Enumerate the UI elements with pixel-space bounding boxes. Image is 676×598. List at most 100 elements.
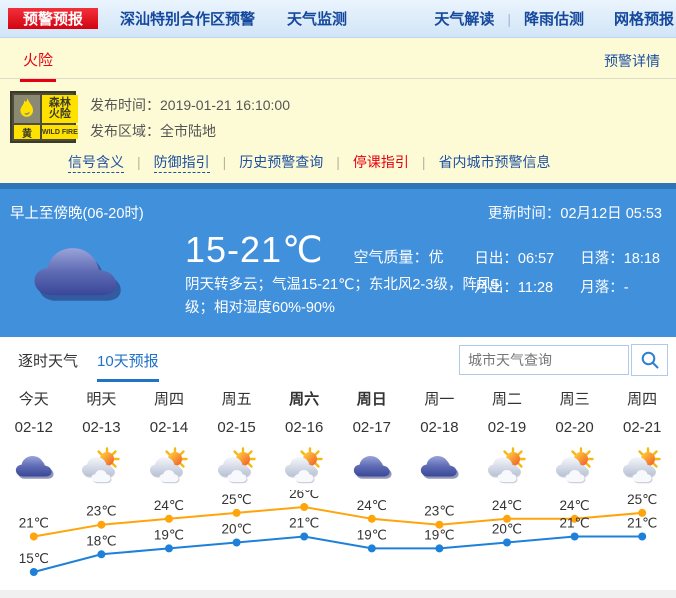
warning-link[interactable]: 省内城市预警信息 <box>439 154 551 170</box>
svg-text:24℃: 24℃ <box>560 498 590 513</box>
publish-time-value: 2019-01-21 16:10:00 <box>160 97 290 113</box>
forecast-weather-icon <box>473 443 541 489</box>
warning-links-row: 信号含义|防御指引|历史预警查询|停课指引|省内城市预警信息 <box>0 146 676 172</box>
forecast-weather-icon <box>338 443 406 489</box>
nav-item-weather-monitor[interactable]: 天气监测 <box>287 8 347 29</box>
moonrise-time: 月出：11:28 <box>474 276 554 297</box>
day-label: 周五 <box>203 387 271 413</box>
update-time: 更新时间：02月12日 05:53 <box>488 202 662 223</box>
day-label: 周三 <box>541 387 609 413</box>
cloudy-icon <box>351 449 393 483</box>
date-label: 02-20 <box>541 415 609 441</box>
tab-hourly-weather[interactable]: 逐时天气 <box>18 350 78 371</box>
day-label: 周一 <box>406 387 474 413</box>
nav-item-grid-forecast[interactable]: 网格预报 <box>614 8 674 29</box>
sun-moon-times: 日出：06:57 日落：18:18 月出：11:28 月落：- <box>474 247 660 297</box>
publish-area-value: 全市陆地 <box>160 123 216 139</box>
publish-time-label: 发布时间： <box>90 97 160 113</box>
svg-text:26℃: 26℃ <box>289 490 319 501</box>
current-header: 早上至傍晚(06-20时) 更新时间：02月12日 05:53 <box>10 202 662 223</box>
svg-text:25℃: 25℃ <box>627 492 657 507</box>
day-label: 周日 <box>338 387 406 413</box>
date-label: 02-15 <box>203 415 271 441</box>
forecast-weather-icon <box>608 443 676 489</box>
moonset-time: 月落：- <box>580 276 660 297</box>
forecast-column[interactable]: 明天02-13 <box>68 387 136 489</box>
forecast-weather-icon <box>68 443 136 489</box>
sunrise-time: 日出：06:57 <box>474 247 554 268</box>
current-conditions-panel: 早上至傍晚(06-20时) 更新时间：02月12日 05:53 15-21℃ 空… <box>0 183 676 337</box>
partly-cloudy-icon <box>147 447 191 485</box>
svg-text:24℃: 24℃ <box>154 498 184 513</box>
nav-item-shenshan-warning[interactable]: 深汕特别合作区预警 <box>120 8 255 29</box>
warning-body: 森林火险 黄 WILD FIRE 发布时间：2019-01-21 16:10:0… <box>0 79 676 146</box>
air-quality: 空气质量：优 <box>354 246 444 267</box>
forecast-tabs-row: 逐时天气 10天预报 <box>0 337 676 383</box>
svg-text:21℃: 21℃ <box>19 516 49 531</box>
period-label: 早上至傍晚(06-20时) <box>10 202 144 223</box>
nav-item-warning-forecast[interactable]: 预警预报 <box>8 8 98 29</box>
forecast-column[interactable]: 周二02-19 <box>473 387 541 489</box>
weather-page: 预警预报 深汕特别合作区预警 天气监测 天气解读 | 降雨估测 网格预报 火险 … <box>0 0 676 598</box>
link-separator: | <box>223 154 227 170</box>
forecast-section: 逐时天气 10天预报 今天02-12 明天02-13 <box>0 337 676 489</box>
publish-time-row: 发布时间：2019-01-21 16:10:00 <box>90 92 290 118</box>
forecast-column[interactable]: 周日02-17 <box>338 387 406 489</box>
svg-text:23℃: 23℃ <box>86 504 116 519</box>
date-label: 02-16 <box>270 415 338 441</box>
svg-text:20℃: 20℃ <box>222 522 252 537</box>
nav-right: 天气解读 | 降雨估测 网格预报 <box>434 0 674 37</box>
svg-text:21℃: 21℃ <box>627 516 657 531</box>
warning-link[interactable]: 信号含义 <box>68 154 124 173</box>
city-weather-search <box>459 344 668 376</box>
svg-text:24℃: 24℃ <box>357 498 387 513</box>
warning-link[interactable]: 历史预警查询 <box>239 154 323 170</box>
partly-cloudy-icon <box>485 447 529 485</box>
warning-section: 火险 预警详情 森林火险 黄 WILD FIRE 发布时间：2019-01-21… <box>0 38 676 183</box>
svg-text:19℃: 19℃ <box>424 527 454 542</box>
partly-cloudy-icon <box>553 447 597 485</box>
forecast-column[interactable]: 周五02-15 <box>203 387 271 489</box>
svg-text:15℃: 15℃ <box>19 551 49 566</box>
forecast-column[interactable]: 今天02-12 <box>0 387 68 489</box>
day-label: 周二 <box>473 387 541 413</box>
forecast-column[interactable]: 周四02-14 <box>135 387 203 489</box>
date-label: 02-18 <box>406 415 474 441</box>
svg-text:23℃: 23℃ <box>424 504 454 519</box>
forecast-column[interactable]: 周六02-16 <box>270 387 338 489</box>
cloudy-weather-icon <box>28 233 124 312</box>
date-label: 02-21 <box>608 415 676 441</box>
tab-ten-day-forecast[interactable]: 10天预报 <box>97 350 159 382</box>
flame-icon <box>14 95 40 123</box>
svg-text:19℃: 19℃ <box>154 527 184 542</box>
bottom-bar <box>0 590 676 598</box>
forecast-weather-icon <box>270 443 338 489</box>
date-label: 02-17 <box>338 415 406 441</box>
forecast-column[interactable]: 周一02-18 <box>406 387 474 489</box>
search-button[interactable] <box>631 344 668 376</box>
nav-separator: | <box>507 11 511 27</box>
badge-title-en: WILD FIRE <box>42 125 78 139</box>
forecast-column[interactable]: 周三02-20 <box>541 387 609 489</box>
tab-fire-risk[interactable]: 火险 <box>20 38 56 82</box>
top-nav: 预警预报 深汕特别合作区预警 天气监测 天气解读 | 降雨估测 网格预报 <box>0 0 676 38</box>
search-input[interactable] <box>459 345 629 375</box>
publish-area-row: 发布区域：全市陆地 <box>90 118 290 144</box>
nav-item-rain-estimate[interactable]: 降雨估测 <box>524 8 584 29</box>
svg-text:20℃: 20℃ <box>492 522 522 537</box>
cloudy-icon <box>13 449 55 483</box>
svg-text:19℃: 19℃ <box>357 527 387 542</box>
forest-fire-warning-icon: 森林火险 黄 WILD FIRE <box>10 91 76 143</box>
warning-link[interactable]: 防御指引 <box>154 154 210 173</box>
nav-item-weather-interpretation[interactable]: 天气解读 <box>434 8 494 29</box>
warning-link[interactable]: 停课指引 <box>353 154 409 170</box>
temperature-chart: 21℃23℃24℃25℃26℃24℃23℃24℃24℃25℃15℃18℃19℃2… <box>0 490 676 590</box>
forecast-columns: 今天02-12 明天02-13 周四02-14 周五02-15 <box>0 387 676 489</box>
warning-detail-link[interactable]: 预警详情 <box>604 51 660 71</box>
forecast-column[interactable]: 周四02-21 <box>608 387 676 489</box>
partly-cloudy-icon <box>215 447 259 485</box>
day-label: 今天 <box>0 387 68 413</box>
day-label: 周四 <box>608 387 676 413</box>
date-label: 02-13 <box>68 415 136 441</box>
badge-title: 森林火险 <box>42 95 78 123</box>
